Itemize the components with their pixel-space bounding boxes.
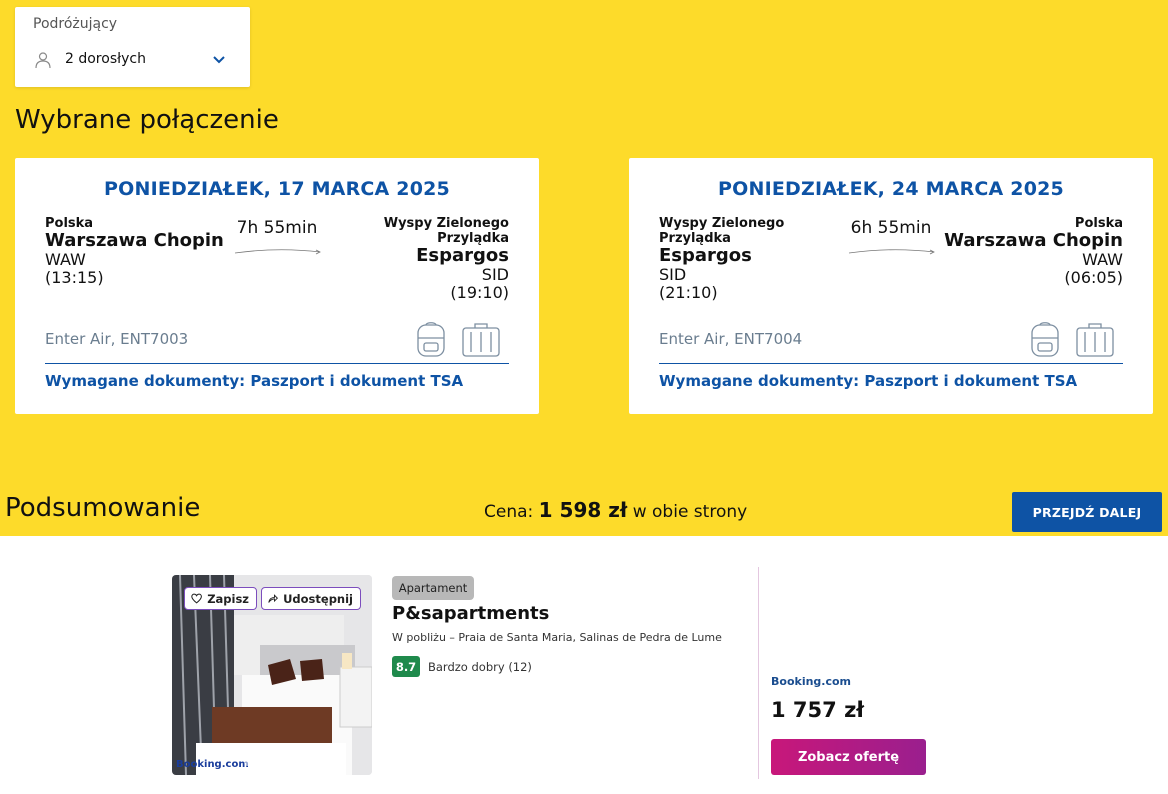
- card-divider: [45, 363, 509, 364]
- provider-logo: Booking.com: [771, 675, 852, 688]
- flight-date: PONIEDZIAŁEK, 24 MARCA 2025: [718, 178, 1064, 200]
- save-label: Zapisz: [207, 591, 249, 606]
- review-score-label: Bardzo dobry (12): [428, 660, 532, 674]
- hotel-name[interactable]: P&sapartments: [392, 603, 549, 624]
- arrival-country-line1: Wyspy Zielonego: [383, 216, 509, 231]
- arrival-time: (06:05): [1064, 268, 1123, 287]
- carousel-dot[interactable]: [256, 759, 263, 766]
- price-suffix: w obie strony: [632, 502, 748, 522]
- chevron-down-icon[interactable]: [212, 55, 226, 65]
- price-label: Cena:: [484, 502, 534, 522]
- arrival-country-line2: Przylądka: [437, 231, 509, 246]
- flight-carrier: Enter Air, ENT7003: [45, 330, 189, 348]
- travellers-selector[interactable]: Podróżujący 2 dorosłych: [15, 7, 250, 87]
- arrival-code: WAW: [1082, 250, 1123, 269]
- share-label: Udostępnij: [283, 591, 353, 606]
- arrival-code: SID: [481, 265, 509, 284]
- departure-code: SID: [659, 265, 687, 284]
- suitcase-icon: [462, 323, 500, 357]
- photo-provider-logo: Booking.com: [176, 759, 249, 770]
- hotel-photo[interactable]: Zapisz Udostępnij Booking.com: [172, 575, 372, 775]
- see-offer-button[interactable]: Zobacz ofertę: [771, 739, 926, 775]
- arrival-time: (19:10): [450, 283, 509, 302]
- carousel-dot-active[interactable]: [268, 759, 275, 766]
- offer-divider: [758, 567, 759, 779]
- flight-carrier: Enter Air, ENT7004: [659, 330, 803, 348]
- suitcase-icon: [1076, 323, 1114, 357]
- review-score-badge: 8.7: [392, 656, 420, 677]
- required-documents-link[interactable]: Wymagane dokumenty: Paszport i dokument …: [45, 372, 463, 390]
- travellers-label: Podróżujący: [33, 16, 118, 32]
- photo-carousel-dots[interactable]: [244, 759, 275, 766]
- backpack-icon: [417, 322, 445, 357]
- share-icon: [268, 594, 279, 603]
- flight-card-outbound: PONIEDZIAŁEK, 17 MARCA 2025 Polska Warsz…: [15, 158, 539, 414]
- flight-date: PONIEDZIAŁEK, 17 MARCA 2025: [104, 178, 450, 200]
- property-type-badge: Apartament: [392, 576, 474, 600]
- arrival-country: Polska: [1074, 216, 1123, 231]
- continue-button[interactable]: PRZEJDŹ DALEJ: [1012, 492, 1162, 532]
- departure-code: WAW: [45, 250, 86, 269]
- departure-time: (21:10): [659, 283, 718, 302]
- user-icon: [35, 52, 51, 69]
- arrival-info: Wyspy Zielonego Przylądka Espargos SID (…: [309, 216, 509, 302]
- heart-icon: [191, 593, 202, 604]
- arrival-city: Warszawa Chopin: [944, 230, 1123, 251]
- departure-time: (13:15): [45, 268, 104, 287]
- card-divider: [659, 363, 1123, 364]
- selected-connection-title: Wybrane połączenie: [15, 105, 279, 135]
- departure-city: Espargos: [659, 245, 752, 266]
- travellers-value: 2 dorosłych: [65, 51, 146, 67]
- hotel-location: W pobliżu – Praia de Santa Maria, Salina…: [392, 631, 722, 644]
- save-button[interactable]: Zapisz: [184, 587, 257, 610]
- offer-price: 1 757 zł: [771, 698, 865, 722]
- arrival-info: Polska Warszawa Chopin WAW (06:05): [923, 216, 1123, 287]
- arrival-city: Espargos: [416, 245, 509, 266]
- total-price: Cena: 1 598 zł w obie strony: [484, 498, 747, 522]
- flight-card-return: PONIEDZIAŁEK, 24 MARCA 2025 Wyspy Zielon…: [629, 158, 1153, 414]
- price-value: 1 598 zł: [538, 498, 628, 522]
- backpack-icon: [1031, 322, 1059, 357]
- required-documents-link[interactable]: Wymagane dokumenty: Paszport i dokument …: [659, 372, 1077, 390]
- share-button[interactable]: Udostępnij: [261, 587, 361, 610]
- carousel-dot[interactable]: [244, 759, 251, 766]
- summary-title: Podsumowanie: [5, 493, 201, 523]
